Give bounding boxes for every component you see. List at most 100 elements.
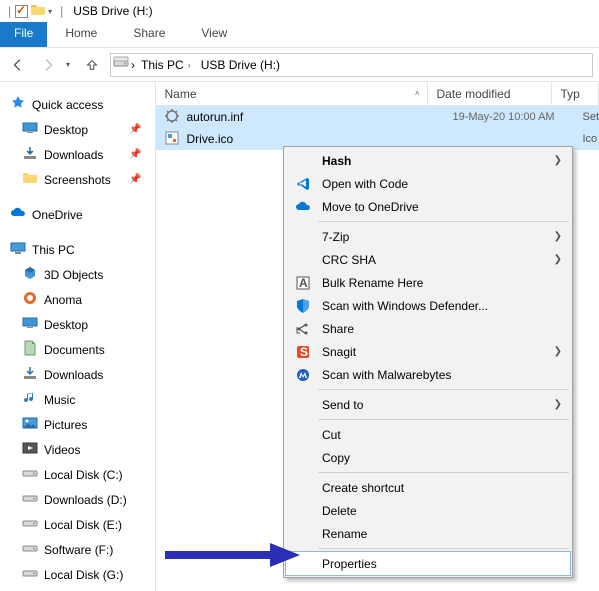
ctx-create-shortcut[interactable]: Create shortcut (286, 476, 570, 499)
column-name[interactable]: Name ˄ (156, 82, 428, 105)
tab-file[interactable]: File (0, 22, 47, 47)
nav-this-pc[interactable]: This PC (6, 237, 155, 262)
nav-disk-f[interactable]: Software (F:) (6, 537, 155, 562)
ctx-rename[interactable]: Rename (286, 522, 570, 545)
window-title: USB Drive (H:) (71, 4, 152, 18)
ctx-malwarebytes-label: Scan with Malwarebytes (322, 368, 451, 382)
nav-music[interactable]: Music (6, 387, 155, 412)
ctx-send-to[interactable]: Send to❯ (286, 393, 570, 416)
anoma-icon (22, 290, 38, 309)
ctx-delete[interactable]: Delete (286, 499, 570, 522)
nav-videos[interactable]: Videos (6, 437, 155, 462)
ctx-crcsha[interactable]: CRC SHA❯ (286, 248, 570, 271)
file-row[interactable]: autorun.inf 19-May-20 10:00 AM Set (156, 106, 599, 128)
objects3d-icon (22, 265, 38, 284)
menu-separator (318, 472, 569, 473)
nav-disk-d[interactable]: Downloads (D:) (6, 487, 155, 512)
ctx-bulk-rename[interactable]: ABulk Rename Here (286, 271, 570, 294)
nav-3d-objects[interactable]: 3D Objects (6, 262, 155, 287)
qat-checkbox[interactable] (15, 5, 28, 18)
nav-quick-access[interactable]: Quick access (6, 92, 155, 117)
column-name-label: Name (164, 87, 196, 101)
address-bar[interactable]: › This PC› USB Drive (H:) (110, 53, 593, 77)
column-type[interactable]: Typ (552, 82, 599, 105)
ctx-cut[interactable]: Cut (286, 423, 570, 446)
desktop-icon (22, 120, 38, 139)
nav-onedrive[interactable]: OneDrive (6, 202, 155, 227)
nav-pictures-label: Pictures (44, 418, 87, 432)
nav-downloads[interactable]: Downloads📌 (6, 142, 155, 167)
ctx-7zip[interactable]: 7-Zip ❯ (286, 225, 570, 248)
submenu-arrow-icon: ❯ (554, 346, 562, 357)
ctx-open-with-code[interactable]: Open with Code (286, 172, 570, 195)
ctx-malwarebytes[interactable]: Scan with Malwarebytes (286, 363, 570, 386)
desktop-icon (22, 315, 38, 334)
ctx-copy[interactable]: Copy (286, 446, 570, 469)
nav-disk-e[interactable]: Local Disk (E:) (6, 512, 155, 537)
nav-screenshots[interactable]: Screenshots📌 (6, 167, 155, 192)
downloads-icon (22, 365, 38, 384)
nav-documents-label: Documents (44, 343, 105, 357)
drive-icon (22, 490, 38, 509)
nav-anoma[interactable]: Anoma (6, 287, 155, 312)
nav-disk-g[interactable]: Local Disk (G:) (6, 562, 155, 587)
ctx-7zip-label: 7-Zip (322, 230, 349, 244)
tab-home[interactable]: Home (47, 22, 115, 47)
tab-share[interactable]: Share (115, 22, 183, 47)
nav-onedrive-label: OneDrive (32, 208, 83, 222)
nav-disk-e-label: Local Disk (E:) (44, 518, 122, 532)
back-button[interactable] (6, 53, 30, 77)
file-date: 19-May-20 10:00 AM (452, 111, 576, 123)
ctx-crcsha-label: CRC SHA (322, 253, 376, 267)
tab-view[interactable]: View (183, 22, 245, 47)
nav-downloads2[interactable]: Downloads (6, 362, 155, 387)
nav-desktop-label: Desktop (44, 123, 88, 137)
ctx-snagit[interactable]: SSnagit❯ (286, 340, 570, 363)
ctx-copy-label: Copy (322, 451, 350, 465)
nav-anoma-label: Anoma (44, 293, 82, 307)
nav-downloads2-label: Downloads (44, 368, 103, 382)
bulk-rename-icon: A (294, 274, 312, 292)
ctx-hash[interactable]: Hash❯ (286, 149, 570, 172)
column-date[interactable]: Date modified (428, 82, 552, 105)
folder-icon (30, 2, 46, 21)
ctx-sendto-label: Send to (322, 398, 363, 412)
downloads-icon (22, 145, 38, 164)
file-type: Set (582, 111, 599, 123)
star-icon (10, 95, 26, 114)
breadcrumb-drive[interactable]: USB Drive (H:) (197, 58, 284, 72)
breadcrumb-drive-label: USB Drive (H:) (201, 58, 280, 72)
ctx-properties-label: Properties (322, 557, 377, 571)
nav-documents[interactable]: Documents (6, 337, 155, 362)
up-button[interactable] (80, 53, 104, 77)
ribbon-tabs: File Home Share View (0, 22, 599, 48)
qat-dropdown[interactable]: ▾ (48, 7, 56, 16)
ctx-move-onedrive[interactable]: Move to OneDrive (286, 195, 570, 218)
nav-disk-c-label: Local Disk (C:) (44, 468, 123, 482)
cloud-icon (10, 205, 26, 224)
sort-indicator-icon: ˄ (415, 89, 420, 98)
nav-pictures[interactable]: Pictures (6, 412, 155, 437)
menu-separator (318, 221, 569, 222)
navigation-pane: Quick access Desktop📌 Downloads📌 Screens… (0, 82, 155, 591)
nav-disk-c[interactable]: Local Disk (C:) (6, 462, 155, 487)
context-menu: Hash❯ Open with Code Move to OneDrive 7-… (283, 146, 573, 578)
nav-disk-d-label: Downloads (D:) (44, 493, 127, 507)
nav-3d-objects-label: 3D Objects (44, 268, 103, 282)
ctx-cut-label: Cut (322, 428, 341, 442)
vscode-icon (294, 175, 312, 193)
svg-text:A: A (299, 276, 308, 290)
nav-desktop2[interactable]: Desktop (6, 312, 155, 337)
nav-desktop[interactable]: Desktop📌 (6, 117, 155, 142)
nav-desktop2-label: Desktop (44, 318, 88, 332)
ctx-properties[interactable]: Properties (286, 552, 570, 575)
breadcrumb-this-pc[interactable]: This PC› (137, 58, 195, 72)
submenu-arrow-icon: ❯ (554, 231, 562, 242)
ctx-rename-label: Rename (322, 527, 367, 541)
ctx-defender[interactable]: Scan with Windows Defender... (286, 294, 570, 317)
drive-icon (22, 465, 38, 484)
breadcrumb-root-chevron[interactable]: › (131, 58, 135, 72)
history-dropdown[interactable]: ▾ (66, 60, 74, 69)
ctx-share[interactable]: Share (286, 317, 570, 340)
forward-button[interactable] (36, 53, 60, 77)
